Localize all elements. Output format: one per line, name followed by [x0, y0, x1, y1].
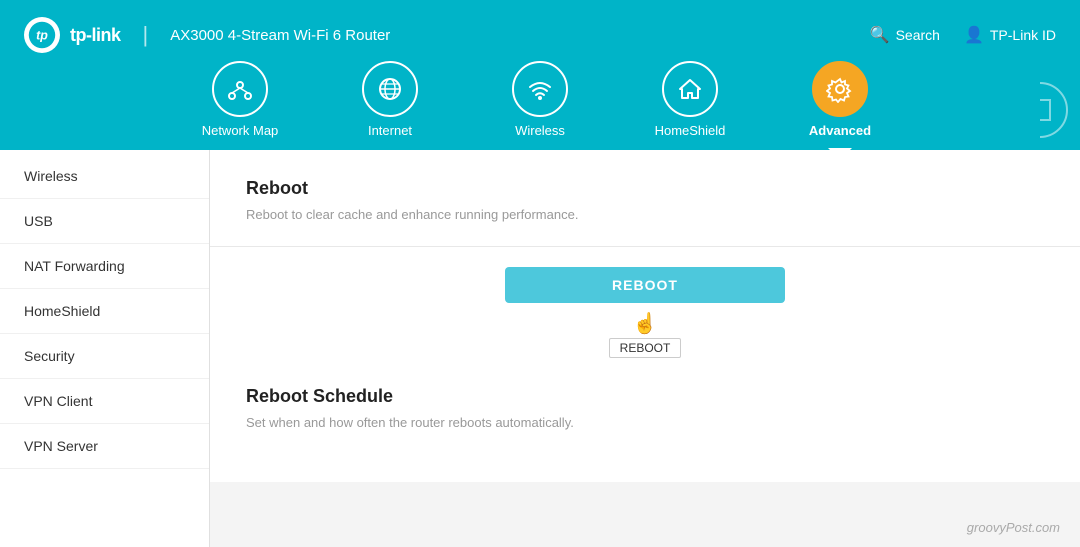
network-map-icon-circle	[212, 61, 268, 117]
reboot-tooltip: REBOOT	[609, 338, 682, 358]
nav-item-advanced[interactable]: Advanced	[795, 61, 885, 150]
homeshield-icon-circle	[662, 61, 718, 117]
nav-label-internet: Internet	[368, 123, 412, 138]
cursor-pointer-icon: ☝	[246, 311, 1044, 336]
internet-icon-circle	[362, 61, 418, 117]
brand-name: tp-link	[70, 25, 121, 46]
advanced-icon-circle	[812, 61, 868, 117]
header-right: 🔍 Search 👤 TP-Link ID	[870, 25, 1056, 45]
search-button[interactable]: 🔍 Search	[870, 25, 940, 45]
section-divider	[210, 246, 1080, 247]
logo-icon: tp	[24, 17, 60, 53]
account-label: TP-Link ID	[990, 27, 1056, 43]
reboot-button[interactable]: REBOOT	[505, 267, 785, 303]
reboot-section-title: Reboot	[246, 178, 1044, 199]
nav-partial-item	[1040, 82, 1080, 150]
nav-label-network-map: Network Map	[202, 123, 279, 138]
header: tp tp-link | AX3000 4-Stream Wi-Fi 6 Rou…	[0, 0, 1080, 70]
nav-label-advanced: Advanced	[809, 123, 871, 138]
sidebar-item-homeshield[interactable]: HomeShield	[0, 289, 209, 334]
sidebar-item-vpn-client[interactable]: VPN Client	[0, 379, 209, 424]
search-label: Search	[896, 27, 940, 43]
nav-label-homeshield: HomeShield	[655, 123, 726, 138]
logo: tp tp-link | AX3000 4-Stream Wi-Fi 6 Rou…	[24, 17, 390, 53]
sidebar-item-vpn-server[interactable]: VPN Server	[0, 424, 209, 469]
sidebar-item-usb[interactable]: USB	[0, 199, 209, 244]
search-icon: 🔍	[870, 25, 890, 45]
svg-text:tp: tp	[36, 29, 48, 43]
nav-item-wireless[interactable]: Wireless	[495, 61, 585, 150]
main-content: Reboot Reboot to clear cache and enhance…	[210, 150, 1080, 482]
nav-item-network-map[interactable]: Network Map	[195, 61, 285, 150]
sidebar-item-security[interactable]: Security	[0, 334, 209, 379]
nav-item-internet[interactable]: Internet	[345, 61, 435, 150]
navbar: Network Map Internet Wireless	[0, 70, 1080, 150]
header-divider: |	[143, 22, 149, 48]
content-area: Reboot Reboot to clear cache and enhance…	[210, 150, 1080, 547]
schedule-section-title: Reboot Schedule	[246, 386, 1044, 407]
watermark: groovyPost.com	[967, 520, 1060, 535]
sidebar: Wireless USB NAT Forwarding HomeShield S…	[0, 150, 210, 547]
nav-item-homeshield[interactable]: HomeShield	[645, 61, 735, 150]
content-wrapper: Wireless USB NAT Forwarding HomeShield S…	[0, 150, 1080, 547]
sidebar-item-nat-forwarding[interactable]: NAT Forwarding	[0, 244, 209, 289]
schedule-section-desc: Set when and how often the router reboot…	[246, 415, 1044, 430]
account-icon: 👤	[964, 25, 984, 45]
reboot-section-desc: Reboot to clear cache and enhance runnin…	[246, 207, 1044, 222]
sidebar-item-wireless[interactable]: Wireless	[0, 154, 209, 199]
nav-label-wireless: Wireless	[515, 123, 565, 138]
account-button[interactable]: 👤 TP-Link ID	[964, 25, 1056, 45]
wireless-icon-circle	[512, 61, 568, 117]
header-title: AX3000 4-Stream Wi-Fi 6 Router	[170, 27, 390, 44]
